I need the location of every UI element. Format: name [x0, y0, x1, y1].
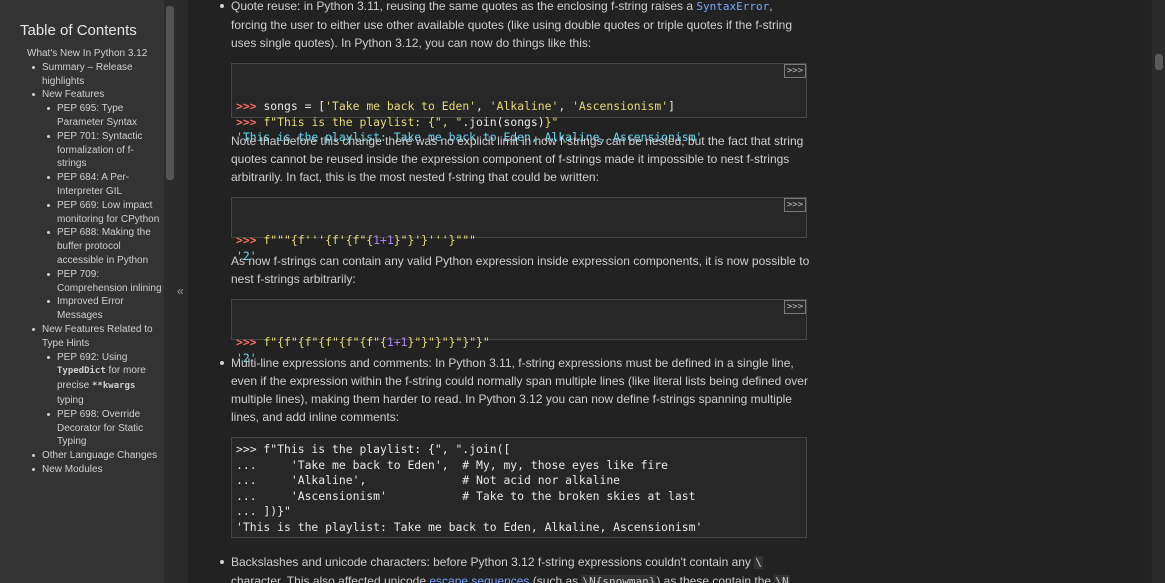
- code-string: f"This is the playlist: {: [263, 114, 435, 129]
- toc-item-pep709[interactable]: PEP 709: Comprehension inlining: [27, 268, 162, 296]
- toc-sidebar: Table of Contents What's New In Python 3…: [0, 0, 176, 583]
- toc-item-error-messages[interactable]: Improved Error Messages: [27, 295, 162, 323]
- toc-link[interactable]: Summary – Release highlights: [42, 61, 162, 89]
- toc-title: Table of Contents: [20, 22, 137, 39]
- code-prompt: >>>: [236, 99, 264, 113]
- code-number: 1+1: [373, 233, 394, 247]
- code-string: ", ": [434, 114, 463, 129]
- main-scrollbar-thumb[interactable]: [1155, 54, 1163, 70]
- toc-link[interactable]: Other Language Changes: [42, 449, 162, 463]
- toc-item-pep688[interactable]: PEP 688: Making the buffer protocol acce…: [27, 226, 162, 267]
- code-text: ,: [558, 99, 573, 113]
- code-string: f"{f"{f"{f"{f"{f"{: [263, 335, 387, 349]
- code-line: ... 'Take me back to Eden', # My, my, th…: [236, 457, 669, 472]
- toc-item-pep669[interactable]: PEP 669: Low impact monitoring for CPyth…: [27, 199, 162, 227]
- list-item-quote-reuse: Quote reuse: in Python 3.11, reusing the…: [220, 0, 811, 52]
- inline-code: \: [754, 556, 763, 569]
- toc-link[interactable]: PEP 709: Comprehension inlining: [57, 268, 162, 296]
- toc-link[interactable]: PEP 688: Making the buffer protocol acce…: [57, 226, 162, 267]
- copy-button[interactable]: >>>: [784, 198, 806, 212]
- paragraph-text: Quote reuse: in Python 3.11, reusing the…: [231, 0, 697, 13]
- toc-code: **kwargs: [92, 381, 136, 392]
- code-block-multiline: >>> f"This is the playlist: {", ".join([…: [231, 437, 807, 538]
- toc-item-new-features[interactable]: New Features: [27, 88, 162, 102]
- code-block-deep-nesting: >>> >>> f"{f"{f"{f"{f"{f"{1+1}"}"}"}"}"}…: [231, 299, 807, 365]
- toc-text: typing: [57, 394, 84, 406]
- toc-item-new-modules[interactable]: New Modules: [27, 463, 162, 477]
- toc-link[interactable]: PEP 695: Type Parameter Syntax: [57, 102, 162, 130]
- code-line: ... ])}": [236, 504, 291, 518]
- code-line: ... 'Alkaline', # Not acid nor alkaline: [236, 473, 621, 487]
- toc-item-pep692[interactable]: PEP 692: Using TypedDict for more precis…: [27, 351, 162, 408]
- toc-link[interactable]: PEP 692: Using TypedDict for more precis…: [57, 351, 162, 408]
- code-line: 'This is the playlist: Take me back to E…: [236, 519, 703, 534]
- toc-item-pep684[interactable]: PEP 684: A Per-Interpreter GIL: [27, 171, 162, 199]
- toc-link[interactable]: PEP 669: Low impact monitoring for CPyth…: [57, 199, 162, 227]
- toc-link[interactable]: PEP 684: A Per-Interpreter GIL: [57, 171, 162, 199]
- copy-button[interactable]: >>>: [784, 300, 806, 314]
- code-prompt: >>>: [236, 335, 264, 349]
- toc-link[interactable]: PEP 698: Override Decorator for Static T…: [57, 408, 162, 449]
- inline-code: \N: [774, 575, 790, 583]
- code-string: 'Take me back to Eden': [325, 99, 477, 113]
- code-block-playlist: >>> >>> songs = ['Take me back to Eden',…: [231, 63, 807, 144]
- sidebar-collapse-button[interactable]: «: [176, 0, 188, 583]
- toc-link[interactable]: New Modules: [42, 463, 162, 477]
- toc-link[interactable]: Improved Error Messages: [57, 295, 162, 323]
- main-content: Quote reuse: in Python 3.11, reusing the…: [188, 0, 1148, 583]
- code-block-nested-fstring: >>> >>> f"""{f'''{f'{f"{1+1}"}'}'''}""" …: [231, 197, 807, 263]
- code-string: }": [544, 114, 559, 129]
- syntaxerror-link[interactable]: SyntaxError: [696, 0, 769, 13]
- paragraph-text: character. This also affected unicode: [231, 574, 430, 583]
- code-text: songs = [: [263, 99, 326, 113]
- code-text: ]: [668, 99, 675, 113]
- toc-scrollbar[interactable]: [164, 0, 176, 583]
- collapse-chevron-icon: «: [177, 284, 184, 298]
- toc-item-whats-new[interactable]: What's New In Python 3.12: [27, 47, 162, 61]
- list-item-backslashes: Backslashes and unicode characters: befo…: [220, 553, 811, 583]
- code-number: 1+1: [386, 335, 408, 349]
- toc-link[interactable]: New Features Related to Type Hints: [42, 323, 162, 351]
- inline-code: \N{snowman}: [581, 575, 657, 583]
- toc-item-type-hints[interactable]: New Features Related to Type Hints: [27, 323, 162, 351]
- toc-text: PEP 692: Using: [57, 351, 128, 363]
- code-string: 'Ascensionism': [572, 99, 669, 113]
- toc-item-pep695[interactable]: PEP 695: Type Parameter Syntax: [27, 102, 162, 130]
- toc-item-other-language-changes[interactable]: Other Language Changes: [27, 449, 162, 463]
- list-item-multiline: Multi-line expressions and comments: In …: [220, 354, 811, 426]
- toc-item-pep698[interactable]: PEP 698: Override Decorator for Static T…: [27, 408, 162, 449]
- code-string: f"""{f'''{f'{f"{: [263, 233, 374, 247]
- paragraph-nesting-limit: Note that before this change there was n…: [231, 134, 804, 184]
- code-line: >>> f"This is the playlist: {", ".join([: [236, 442, 511, 456]
- main-scrollbar[interactable]: [1152, 0, 1165, 583]
- toc-scroll-area[interactable]: Table of Contents What's New In Python 3…: [0, 0, 164, 583]
- copy-button[interactable]: >>>: [784, 64, 806, 78]
- escape-sequences-link[interactable]: escape sequences: [429, 574, 529, 583]
- code-string: 'Alkaline': [489, 99, 559, 113]
- code-prompt: >>>: [236, 233, 264, 247]
- code-text: .join(songs): [462, 114, 545, 129]
- code-line: ... 'Ascensionism' # Take to the broken …: [236, 488, 696, 503]
- code-string: }"}'}'''}""": [393, 233, 477, 247]
- paragraph-text: (such as: [529, 574, 582, 583]
- toc-link[interactable]: PEP 701: Syntactic formalization of f-st…: [57, 130, 162, 171]
- toc-code: TypedDict: [57, 366, 106, 377]
- toc-link[interactable]: What's New In Python 3.12: [27, 47, 162, 61]
- toc-item-summary[interactable]: Summary – Release highlights: [27, 61, 162, 89]
- code-text: ,: [476, 99, 490, 113]
- code-string: }"}"}"}"}"}": [407, 335, 490, 349]
- toc-scrollbar-thumb[interactable]: [166, 6, 174, 180]
- toc-item-pep701[interactable]: PEP 701: Syntactic formalization of f-st…: [27, 130, 162, 171]
- toc-list: What's New In Python 3.12 Summary – Rele…: [27, 47, 162, 477]
- paragraph-text: ) as these contain the: [656, 574, 775, 583]
- code-prompt: >>>: [236, 114, 264, 129]
- paragraph-arbitrary-nesting: As now f-strings can contain any valid P…: [231, 254, 810, 286]
- paragraph-text: Backslashes and unicode characters: befo…: [231, 555, 755, 569]
- toc-link[interactable]: New Features: [42, 88, 162, 102]
